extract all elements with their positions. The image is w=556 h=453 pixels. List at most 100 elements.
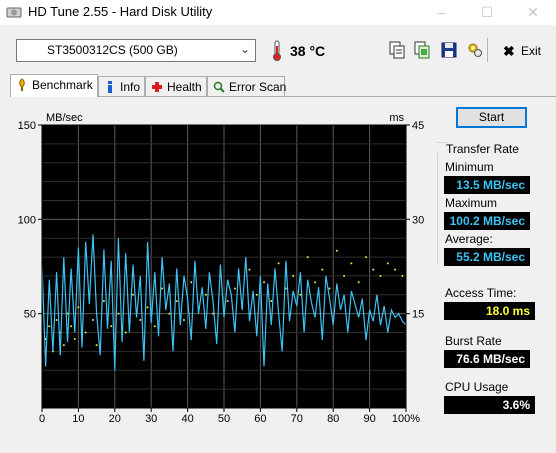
app-icon xyxy=(6,7,22,18)
access-time-point xyxy=(139,318,142,321)
access-time-point xyxy=(84,331,87,334)
y-left-tick-label: 50 xyxy=(24,309,36,321)
access-time-point xyxy=(55,318,58,321)
access-time-point xyxy=(299,293,302,296)
drive-select[interactable]: ST3500312CS (500 GB) ⌄ xyxy=(16,39,256,62)
access-time-point xyxy=(270,300,273,303)
maximum-label: Maximum xyxy=(445,196,498,210)
average-value: 55.2 MB/sec xyxy=(444,248,530,266)
access-time-point xyxy=(335,249,338,252)
y-right-tick-label: 45 xyxy=(412,120,424,132)
maximum-value: 100.2 MB/sec xyxy=(444,212,530,230)
access-time-point xyxy=(190,281,193,284)
drive-select-value: ST3500312CS (500 GB) xyxy=(47,43,178,57)
x-tick-label: 90 xyxy=(363,413,375,425)
tab-error-scan-label: Error Scan xyxy=(229,80,287,94)
x-tick-label: 20 xyxy=(109,413,121,425)
options-icon[interactable] xyxy=(466,41,484,59)
access-time-point xyxy=(182,318,185,321)
y-right-axis-label: ms xyxy=(389,112,404,124)
access-time-point xyxy=(124,331,127,334)
x-tick-label: 40 xyxy=(181,413,193,425)
access-time-point xyxy=(153,325,156,328)
access-time-point xyxy=(401,274,404,277)
y-right-tick-label: 15 xyxy=(412,309,424,321)
access-time-point xyxy=(233,287,236,290)
access-time-point xyxy=(146,306,149,309)
chevron-down-icon: ⌄ xyxy=(239,42,250,56)
close-button[interactable]: ✕ xyxy=(510,0,556,25)
tab-health[interactable]: Health xyxy=(145,76,207,96)
access-time-point xyxy=(102,300,105,303)
access-time-point xyxy=(379,274,382,277)
tab-info-label: Info xyxy=(120,80,141,94)
x-tick-label: 10 xyxy=(72,413,84,425)
y-right-tick-label: 30 xyxy=(412,214,424,226)
access-time-value: 18.0 ms xyxy=(444,302,535,320)
access-time-point xyxy=(292,274,295,277)
copy-screenshot-icon[interactable] xyxy=(413,41,431,59)
minimize-button[interactable]: – xyxy=(418,0,464,25)
access-time-point xyxy=(394,268,397,271)
window-title: HD Tune 2.55 - Hard Disk Utility xyxy=(28,4,213,19)
access-time-point xyxy=(321,268,324,271)
y-left-axis-label: MB/sec xyxy=(46,112,83,124)
access-time-point xyxy=(62,344,65,347)
copy-text-icon[interactable] xyxy=(388,41,406,59)
title-bar: HD Tune 2.55 - Hard Disk Utility – ☐ ✕ xyxy=(0,0,556,25)
access-time-point xyxy=(161,287,164,290)
cpu-usage-value: 3.6% xyxy=(444,396,535,414)
access-time-point xyxy=(306,256,309,259)
cpu-usage-label: CPU Usage xyxy=(445,380,509,394)
tab-health-label: Health xyxy=(167,80,202,94)
x-tick-label: 70 xyxy=(291,413,303,425)
benchmark-icon xyxy=(19,78,25,91)
access-time-point xyxy=(73,337,76,340)
thermometer-icon xyxy=(273,40,281,61)
access-time-point xyxy=(372,268,375,271)
access-time-point xyxy=(386,262,389,265)
start-button[interactable]: Start xyxy=(456,107,527,128)
tab-benchmark[interactable]: Benchmark xyxy=(10,74,98,97)
access-time-point xyxy=(110,325,113,328)
group-divider-top xyxy=(437,142,447,143)
access-time-point xyxy=(263,281,266,284)
save-icon[interactable] xyxy=(440,41,458,59)
x-tick-label: 100% xyxy=(392,413,420,425)
info-icon xyxy=(108,81,112,93)
access-time-point xyxy=(48,325,51,328)
access-time-label: Access Time: xyxy=(445,286,517,300)
tab-error-scan[interactable]: Error Scan xyxy=(207,76,287,96)
tab-info[interactable]: Info xyxy=(98,76,145,96)
y-left-tick-label: 150 xyxy=(18,120,36,132)
average-label: Average: xyxy=(445,232,493,246)
minimum-label: Minimum xyxy=(445,160,494,174)
access-time-point xyxy=(168,312,171,315)
access-time-point xyxy=(70,325,73,328)
access-time-point xyxy=(91,318,94,321)
access-time-point xyxy=(248,268,251,271)
burst-rate-label: Burst Rate xyxy=(445,334,502,348)
access-time-point xyxy=(328,287,331,290)
access-time-point xyxy=(277,262,280,265)
temperature-value: 38 °C xyxy=(290,43,326,59)
x-tick-label: 30 xyxy=(145,413,157,425)
y-left-tick-label: 100 xyxy=(18,214,36,226)
access-time-point xyxy=(255,293,258,296)
access-time-point xyxy=(175,300,178,303)
maximize-button[interactable]: ☐ xyxy=(464,0,510,25)
tab-benchmark-label: Benchmark xyxy=(32,78,93,92)
transfer-rate-title: Transfer Rate xyxy=(446,142,519,156)
access-time-point xyxy=(77,306,80,309)
access-time-point xyxy=(314,281,316,284)
access-time-point xyxy=(132,293,134,296)
group-divider xyxy=(437,153,438,265)
access-time-point xyxy=(350,262,353,265)
x-tick-label: 50 xyxy=(218,413,230,425)
x-tick-label: 60 xyxy=(254,413,266,425)
access-time-point xyxy=(364,256,367,259)
access-time-point xyxy=(117,312,120,315)
exit-x-icon: ✖ xyxy=(503,43,515,59)
x-tick-label: 80 xyxy=(327,413,339,425)
access-time-point xyxy=(95,344,98,347)
